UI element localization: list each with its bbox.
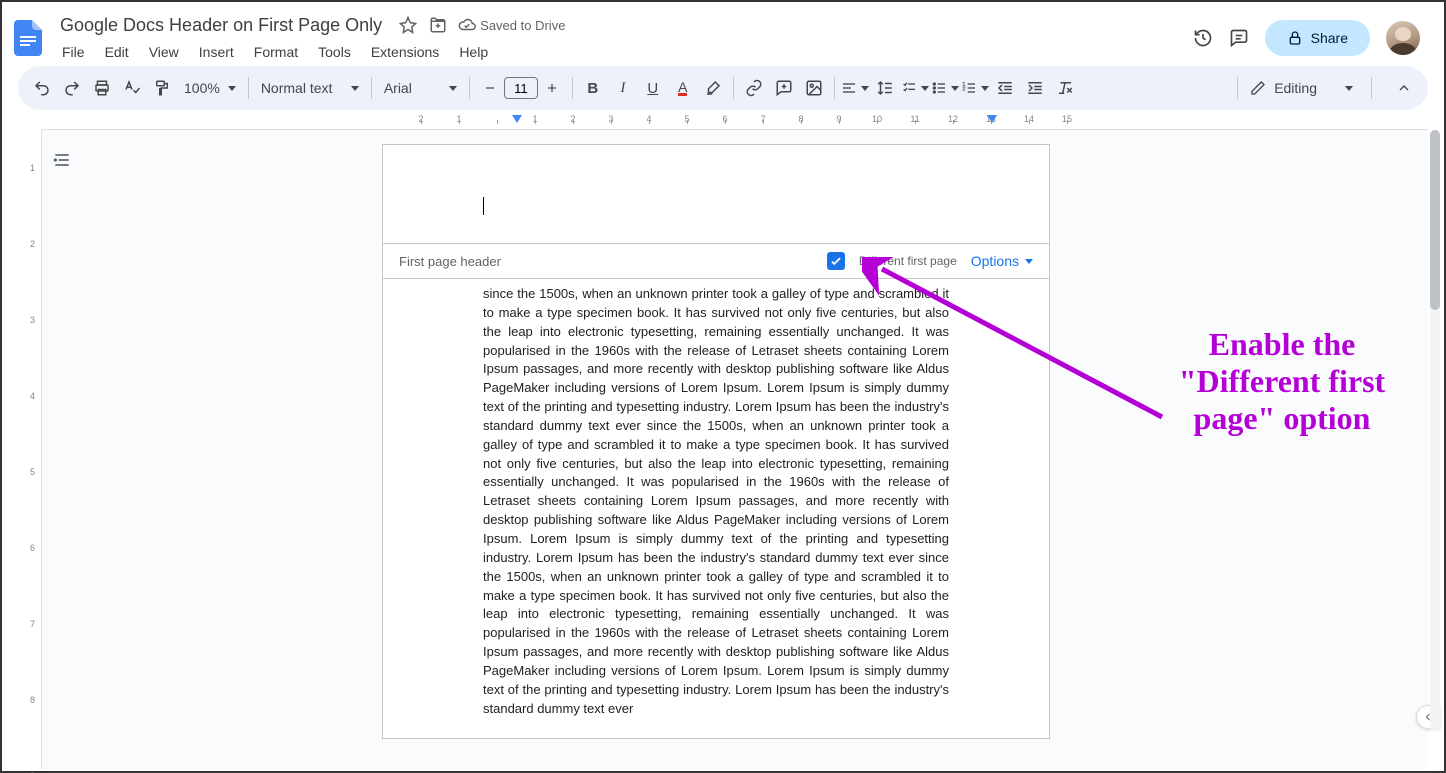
indent-increase-button[interactable]	[1021, 74, 1049, 102]
account-avatar[interactable]	[1386, 21, 1420, 55]
font-size-input[interactable]: 11	[504, 77, 538, 99]
share-label: Share	[1311, 30, 1348, 46]
font-size-decrease[interactable]	[476, 74, 504, 102]
header-zone[interactable]	[383, 145, 1049, 243]
left-indent-marker[interactable]	[512, 115, 522, 123]
save-status: Saved to Drive	[458, 16, 565, 34]
chevron-down-icon	[981, 86, 989, 91]
vertical-ruler[interactable]: 12345678910111213	[12, 130, 42, 769]
move-icon[interactable]	[428, 15, 448, 35]
menu-edit[interactable]: Edit	[97, 40, 137, 64]
star-icon[interactable]	[398, 15, 418, 35]
document-title[interactable]: Google Docs Header on First Page Only	[54, 13, 388, 38]
font-select[interactable]: Arial	[378, 80, 463, 96]
svg-text:2: 2	[962, 87, 965, 93]
line-spacing-button[interactable]	[871, 74, 899, 102]
bold-button[interactable]: B	[579, 74, 607, 102]
redo-button[interactable]	[58, 74, 86, 102]
highlight-button[interactable]	[699, 74, 727, 102]
header-options-button[interactable]: Options	[971, 253, 1033, 269]
chevron-down-icon	[951, 86, 959, 91]
outline-toggle-button[interactable]	[48, 146, 76, 174]
insert-image-button[interactable]	[800, 74, 828, 102]
checklist-button[interactable]	[901, 74, 929, 102]
chevron-down-icon	[351, 86, 359, 91]
different-first-page-label[interactable]: Different first page	[859, 254, 957, 268]
zoom-select[interactable]: 100%	[178, 80, 242, 96]
bullet-list-button[interactable]	[931, 74, 959, 102]
underline-button[interactable]: U	[639, 74, 667, 102]
chevron-down-icon	[861, 86, 869, 91]
menu-file[interactable]: File	[54, 40, 93, 64]
toolbar: 100% Normal text Arial 11 B I U A 12	[18, 66, 1428, 110]
numbered-list-button[interactable]: 12	[961, 74, 989, 102]
menu-format[interactable]: Format	[246, 40, 306, 64]
insert-comment-button[interactable]	[770, 74, 798, 102]
header-toolbar: First page header Different first page O…	[383, 243, 1049, 279]
editing-mode-button[interactable]: Editing	[1221, 71, 1388, 105]
paragraph-style-select[interactable]: Normal text	[255, 80, 365, 96]
header-zone-label: First page header	[399, 254, 501, 269]
chevron-down-icon	[449, 86, 457, 91]
horizontal-ruler[interactable]: 21123456789101112131415	[42, 114, 1428, 130]
chevron-down-icon	[921, 86, 929, 91]
indent-decrease-button[interactable]	[991, 74, 1019, 102]
menu-help[interactable]: Help	[451, 40, 496, 64]
font-size-increase[interactable]	[538, 74, 566, 102]
menu-insert[interactable]: Insert	[191, 40, 242, 64]
share-button[interactable]: Share	[1265, 20, 1370, 56]
comment-icon[interactable]	[1229, 28, 1249, 48]
text-cursor	[483, 197, 484, 215]
menu-extensions[interactable]: Extensions	[363, 40, 447, 64]
page[interactable]: First page header Different first page O…	[382, 144, 1050, 739]
menu-bar: File Edit View Insert Format Tools Exten…	[54, 40, 1193, 64]
spellcheck-button[interactable]	[118, 74, 146, 102]
right-indent-marker[interactable]	[987, 115, 997, 123]
paint-format-button[interactable]	[148, 74, 176, 102]
clear-formatting-button[interactable]	[1051, 74, 1079, 102]
pencil-icon	[1250, 80, 1266, 96]
annotation-text: Enable the "Different first page" option	[1142, 326, 1422, 436]
scrollbar-thumb[interactable]	[1430, 130, 1440, 310]
lock-icon	[1287, 30, 1303, 46]
text-color-button[interactable]: A	[669, 74, 697, 102]
chevron-down-icon	[1025, 259, 1033, 264]
document-body-text[interactable]: since the 1500s, when an unknown printer…	[383, 279, 1049, 738]
menu-view[interactable]: View	[141, 40, 187, 64]
history-icon[interactable]	[1193, 28, 1213, 48]
undo-button[interactable]	[28, 74, 56, 102]
different-first-page-checkbox[interactable]	[827, 252, 845, 270]
chevron-down-icon	[228, 86, 236, 91]
docs-logo[interactable]	[10, 16, 46, 60]
italic-button[interactable]: I	[609, 74, 637, 102]
align-button[interactable]	[841, 74, 869, 102]
insert-link-button[interactable]	[740, 74, 768, 102]
collapse-toolbar-button[interactable]	[1390, 74, 1418, 102]
vertical-scrollbar[interactable]	[1430, 130, 1440, 731]
check-icon	[829, 254, 843, 268]
save-status-label: Saved to Drive	[480, 18, 565, 33]
menu-tools[interactable]: Tools	[310, 40, 359, 64]
chevron-down-icon	[1345, 86, 1353, 91]
document-canvas[interactable]: First page header Different first page O…	[42, 130, 1428, 769]
print-button[interactable]	[88, 74, 116, 102]
